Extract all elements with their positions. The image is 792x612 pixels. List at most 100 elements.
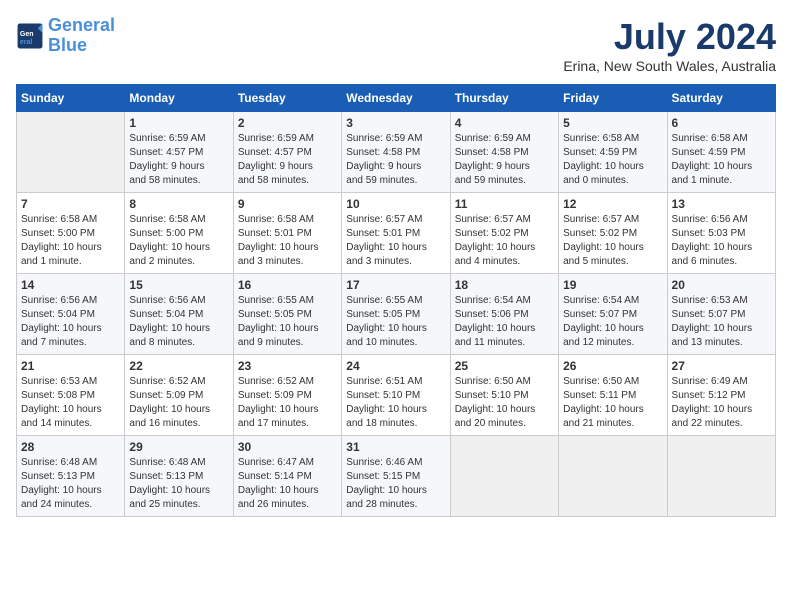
logo-line1: General [48,15,115,35]
day-info: Sunrise: 6:51 AMSunset: 5:10 PMDaylight:… [346,375,445,431]
logo-line2: Blue [48,35,87,55]
day-number: 1 [129,116,228,130]
day-number: 21 [21,359,120,373]
month-title: July 2024 [563,16,776,58]
calendar-cell: 9 Sunrise: 6:58 AMSunset: 5:01 PMDaylight… [233,193,341,274]
calendar-body: 1 Sunrise: 6:59 AMSunset: 4:57 PMDaylight… [17,112,776,517]
calendar-cell [559,436,667,517]
day-number: 10 [346,197,445,211]
day-number: 31 [346,440,445,454]
day-number: 11 [455,197,554,211]
calendar-cell: 30 Sunrise: 6:47 AMSunset: 5:14 PMDayligh… [233,436,341,517]
day-info: Sunrise: 6:55 AMSunset: 5:05 PMDaylight:… [238,294,337,350]
calendar-table: SundayMondayTuesdayWednesdayThursdayFrid… [16,84,776,517]
day-number: 27 [672,359,771,373]
header-day-saturday: Saturday [667,85,775,112]
calendar-cell: 15Sunrise: 6:56 AMSunset: 5:04 PMDayligh… [125,274,233,355]
day-info: Sunrise: 6:58 AMSunset: 5:00 PMDaylight:… [129,213,228,269]
day-info: Sunrise: 6:59 AMSunset: 4:58 PMDaylight:… [455,132,554,188]
calendar-cell: 12Sunrise: 6:57 AMSunset: 5:02 PMDayligh… [559,193,667,274]
calendar-week-4: 28 Sunrise: 6:48 AMSunset: 5:13 PMDayligh… [17,436,776,517]
day-info: Sunrise: 6:49 AMSunset: 5:12 PMDaylight:… [672,375,771,431]
day-info: Sunrise: 6:58 AMSunset: 4:59 PMDaylight:… [672,132,771,188]
day-info: Sunrise: 6:52 AMSunset: 5:09 PMDaylight:… [129,375,228,431]
calendar-cell [450,436,558,517]
day-info: Sunrise: 6:47 AMSunset: 5:14 PMDaylight:… [238,456,337,512]
day-number: 14 [21,278,120,292]
day-number: 2 [238,116,337,130]
day-number: 20 [672,278,771,292]
day-number: 29 [129,440,228,454]
calendar-cell: 7Sunrise: 6:58 AMSunset: 5:00 PMDaylight… [17,193,125,274]
day-number: 25 [455,359,554,373]
day-info: Sunrise: 6:52 AMSunset: 5:09 PMDaylight:… [238,375,337,431]
header-day-sunday: Sunday [17,85,125,112]
day-info: Sunrise: 6:56 AMSunset: 5:03 PMDaylight:… [672,213,771,269]
day-info: Sunrise: 6:57 AMSunset: 5:01 PMDaylight:… [346,213,445,269]
day-info: Sunrise: 6:50 AMSunset: 5:10 PMDaylight:… [455,375,554,431]
svg-text:Gen: Gen [20,31,34,38]
day-number: 30 [238,440,337,454]
calendar-cell: 10 Sunrise: 6:57 AMSunset: 5:01 PMDayligh… [342,193,450,274]
calendar-cell: 14Sunrise: 6:56 AMSunset: 5:04 PMDayligh… [17,274,125,355]
day-info: Sunrise: 6:57 AMSunset: 5:02 PMDaylight:… [563,213,662,269]
day-number: 9 [238,197,337,211]
location: Erina, New South Wales, Australia [563,58,776,74]
calendar-cell: 28 Sunrise: 6:48 AMSunset: 5:13 PMDayligh… [17,436,125,517]
calendar-cell: 22 Sunrise: 6:52 AMSunset: 5:09 PMDayligh… [125,355,233,436]
day-info: Sunrise: 6:56 AMSunset: 5:04 PMDaylight:… [129,294,228,350]
day-number: 23 [238,359,337,373]
calendar-cell: 2Sunrise: 6:59 AMSunset: 4:57 PMDaylight… [233,112,341,193]
day-number: 28 [21,440,120,454]
day-number: 24 [346,359,445,373]
day-info: Sunrise: 6:58 AMSunset: 5:01 PMDaylight:… [238,213,337,269]
day-number: 7 [21,197,120,211]
title-block: July 2024 Erina, New South Wales, Austra… [563,16,776,74]
day-info: Sunrise: 6:57 AMSunset: 5:02 PMDaylight:… [455,213,554,269]
calendar-cell: 6 Sunrise: 6:58 AMSunset: 4:59 PMDaylight… [667,112,775,193]
header-row: SundayMondayTuesdayWednesdayThursdayFrid… [17,85,776,112]
calendar-cell: 19Sunrise: 6:54 AMSunset: 5:07 PMDayligh… [559,274,667,355]
header-day-monday: Monday [125,85,233,112]
calendar-cell: 23 Sunrise: 6:52 AMSunset: 5:09 PMDayligh… [233,355,341,436]
calendar-cell: 11 Sunrise: 6:57 AMSunset: 5:02 PMDayligh… [450,193,558,274]
calendar-cell: 27 Sunrise: 6:49 AMSunset: 5:12 PMDayligh… [667,355,775,436]
calendar-cell: 24 Sunrise: 6:51 AMSunset: 5:10 PMDayligh… [342,355,450,436]
day-number: 19 [563,278,662,292]
logo-icon: Gen eral [16,22,44,50]
calendar-cell: 21 Sunrise: 6:53 AMSunset: 5:08 PMDayligh… [17,355,125,436]
day-info: Sunrise: 6:58 AMSunset: 4:59 PMDaylight:… [563,132,662,188]
header-day-friday: Friday [559,85,667,112]
svg-text:eral: eral [20,39,33,46]
calendar-cell: 1 Sunrise: 6:59 AMSunset: 4:57 PMDaylight… [125,112,233,193]
calendar-cell: 25 Sunrise: 6:50 AMSunset: 5:10 PMDayligh… [450,355,558,436]
calendar-cell: 18Sunrise: 6:54 AMSunset: 5:06 PMDayligh… [450,274,558,355]
calendar-cell: 3 Sunrise: 6:59 AMSunset: 4:58 PMDaylight… [342,112,450,193]
day-info: Sunrise: 6:48 AMSunset: 5:13 PMDaylight:… [129,456,228,512]
calendar-cell: 26Sunrise: 6:50 AMSunset: 5:11 PMDayligh… [559,355,667,436]
calendar-cell [17,112,125,193]
day-info: Sunrise: 6:53 AMSunset: 5:08 PMDaylight:… [21,375,120,431]
calendar-cell: 13Sunrise: 6:56 AMSunset: 5:03 PMDayligh… [667,193,775,274]
day-info: Sunrise: 6:50 AMSunset: 5:11 PMDaylight:… [563,375,662,431]
calendar-cell: 17Sunrise: 6:55 AMSunset: 5:05 PMDayligh… [342,274,450,355]
day-number: 6 [672,116,771,130]
day-number: 4 [455,116,554,130]
calendar-cell: 20 Sunrise: 6:53 AMSunset: 5:07 PMDayligh… [667,274,775,355]
header-day-tuesday: Tuesday [233,85,341,112]
day-info: Sunrise: 6:53 AMSunset: 5:07 PMDaylight:… [672,294,771,350]
day-number: 22 [129,359,228,373]
day-number: 3 [346,116,445,130]
day-info: Sunrise: 6:59 AMSunset: 4:58 PMDaylight:… [346,132,445,188]
calendar-header: SundayMondayTuesdayWednesdayThursdayFrid… [17,85,776,112]
header-day-thursday: Thursday [450,85,558,112]
day-info: Sunrise: 6:55 AMSunset: 5:05 PMDaylight:… [346,294,445,350]
calendar-week-0: 1 Sunrise: 6:59 AMSunset: 4:57 PMDaylight… [17,112,776,193]
day-info: Sunrise: 6:59 AMSunset: 4:57 PMDaylight:… [129,132,228,188]
day-number: 5 [563,116,662,130]
day-number: 16 [238,278,337,292]
day-info: Sunrise: 6:48 AMSunset: 5:13 PMDaylight:… [21,456,120,512]
page-header: Gen eral General Blue July 2024 Erina, N… [16,16,776,74]
calendar-cell: 31Sunrise: 6:46 AMSunset: 5:15 PMDayligh… [342,436,450,517]
logo-text: General Blue [48,16,115,56]
